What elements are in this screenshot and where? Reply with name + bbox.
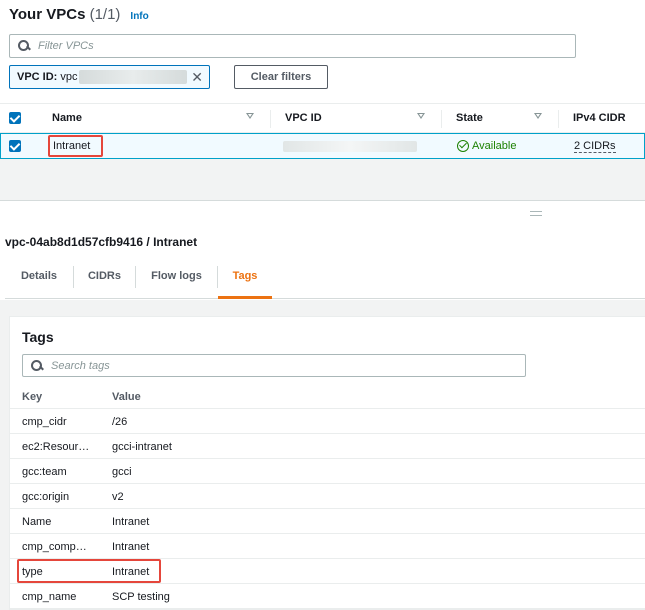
- table-row: gcc:origin v2: [10, 484, 645, 509]
- page-header: Your VPCs (1/1) Info: [9, 6, 149, 23]
- table-empty-area: [0, 159, 645, 201]
- highlight-annotation: [17, 559, 161, 583]
- tag-value: /26: [112, 416, 128, 428]
- close-icon[interactable]: ✕: [191, 69, 203, 86]
- tag-key: ec2:Resour…: [22, 441, 90, 453]
- column-header-value: Value: [112, 391, 141, 403]
- tag-key: gcc:team: [22, 466, 67, 478]
- table-row: cmp_cidr /26: [10, 409, 645, 434]
- vpc-name-cell: Intranet: [48, 135, 103, 157]
- tag-value: v2: [112, 491, 124, 503]
- table-row: ec2:Resour… gcci-intranet: [10, 434, 645, 459]
- state-text: Available: [472, 140, 517, 152]
- tag-key: gcc:origin: [22, 491, 70, 503]
- tags-title: Tags: [22, 329, 54, 345]
- detail-title: vpc-04ab8d1d57cfb9416 / Intranet: [5, 235, 198, 249]
- search-icon: [18, 40, 30, 52]
- tag-key: cmp_name: [22, 591, 77, 603]
- filter-placeholder: Filter VPCs: [38, 40, 94, 52]
- tag-key: cmp_comp…: [22, 541, 87, 553]
- table-row: Name Intranet: [10, 509, 645, 534]
- column-divider[interactable]: [558, 110, 559, 128]
- sort-icon[interactable]: [417, 113, 425, 119]
- tag-key: Name: [22, 516, 52, 528]
- sort-icon[interactable]: [246, 113, 254, 119]
- tags-table-header: Key Value: [10, 385, 645, 409]
- column-header-vpc-id[interactable]: VPC ID: [285, 112, 322, 124]
- column-header-name[interactable]: Name: [52, 112, 82, 124]
- vpc-count: (1/1): [89, 6, 121, 23]
- check-circle-icon: [457, 140, 469, 152]
- column-header-key: Key: [22, 391, 43, 403]
- tab-details[interactable]: Details: [5, 263, 73, 299]
- column-divider[interactable]: [270, 110, 271, 128]
- tag-value: SCP testing: [112, 591, 170, 603]
- column-header-state[interactable]: State: [456, 112, 483, 124]
- filter-vpcs-input[interactable]: Filter VPCs: [9, 34, 576, 58]
- tab-tags[interactable]: Tags: [218, 263, 272, 299]
- tag-key: cmp_cidr: [22, 416, 67, 428]
- vpc-id-filter-token[interactable]: VPC ID: vpc ✕: [9, 65, 210, 89]
- page-title: Your VPCs (1/1): [9, 6, 120, 23]
- table-row: gcc:team gcci: [10, 459, 645, 484]
- split-divider: [0, 200, 645, 201]
- sort-icon[interactable]: [534, 113, 542, 119]
- clear-filters-button[interactable]: Clear filters: [234, 65, 328, 89]
- select-all-checkbox[interactable]: [9, 112, 21, 124]
- page-title-text: Your VPCs: [9, 6, 86, 23]
- tag-value: Intranet: [112, 541, 150, 553]
- drag-handle-icon[interactable]: [530, 211, 542, 216]
- redacted-value: [79, 70, 188, 84]
- table-row[interactable]: Intranet Available 2 CIDRs: [0, 133, 645, 159]
- search-icon: [31, 359, 43, 372]
- table-row: cmp_name SCP testing: [10, 584, 645, 609]
- search-tags-input[interactable]: Search tags: [22, 354, 526, 377]
- table-row: cmp_comp… Intranet: [10, 534, 645, 559]
- detail-tabs: Details CIDRs Flow logs Tags: [5, 263, 645, 299]
- tag-value: gcci: [112, 466, 132, 478]
- table-header: Name VPC ID State IPv4 CIDR: [0, 103, 645, 133]
- tag-value: gcci-intranet: [112, 441, 172, 453]
- tab-flow-logs[interactable]: Flow logs: [136, 263, 217, 299]
- column-divider[interactable]: [441, 110, 442, 128]
- column-header-ipv4-cidr[interactable]: IPv4 CIDR: [573, 112, 626, 124]
- filter-token-key: VPC ID:: [17, 71, 58, 83]
- info-link[interactable]: Info: [130, 11, 148, 22]
- tag-value: Intranet: [112, 516, 150, 528]
- redacted-vpc-id: [283, 141, 417, 152]
- tab-cidrs[interactable]: CIDRs: [74, 263, 135, 299]
- ipv4-cidr-link[interactable]: 2 CIDRs: [574, 140, 616, 153]
- search-tags-placeholder: Search tags: [51, 359, 110, 372]
- tags-panel: Tags Search tags Key Value cmp_cidr /26 …: [9, 316, 645, 610]
- filter-token-value: vpc: [60, 71, 78, 83]
- status-badge: Available: [457, 140, 516, 152]
- row-checkbox[interactable]: [9, 140, 21, 152]
